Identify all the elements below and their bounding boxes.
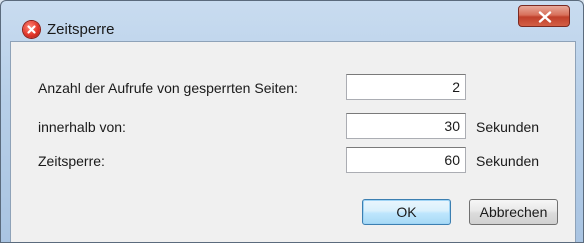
dialog-window: Zeitsperre Anzahl der Aufrufe von gesper… (0, 0, 584, 243)
label-timeout: Zeitsperre: (38, 153, 105, 169)
timeout-seconds-input[interactable]: 60 (346, 147, 466, 173)
error-x-icon (23, 21, 40, 38)
unit-seconds-label-2: Sekunden (476, 153, 540, 169)
window-title: Zeitsperre (47, 21, 115, 38)
dialog-content: Anzahl der Aufrufe von gesperrten Seiten… (10, 41, 576, 242)
title-bar[interactable]: Zeitsperre (1, 1, 583, 41)
label-within: innerhalb von: (38, 119, 126, 135)
within-seconds-input[interactable]: 30 (346, 113, 466, 139)
cancel-button[interactable]: Abbrechen (469, 199, 558, 225)
label-page-calls: Anzahl der Aufrufe von gesperrten Seiten… (38, 80, 298, 96)
close-icon (538, 11, 552, 23)
unit-seconds-label: Sekunden (476, 119, 540, 135)
ok-button[interactable]: OK (362, 199, 451, 225)
close-button[interactable] (518, 5, 570, 27)
page-calls-input[interactable]: 2 (346, 74, 466, 100)
